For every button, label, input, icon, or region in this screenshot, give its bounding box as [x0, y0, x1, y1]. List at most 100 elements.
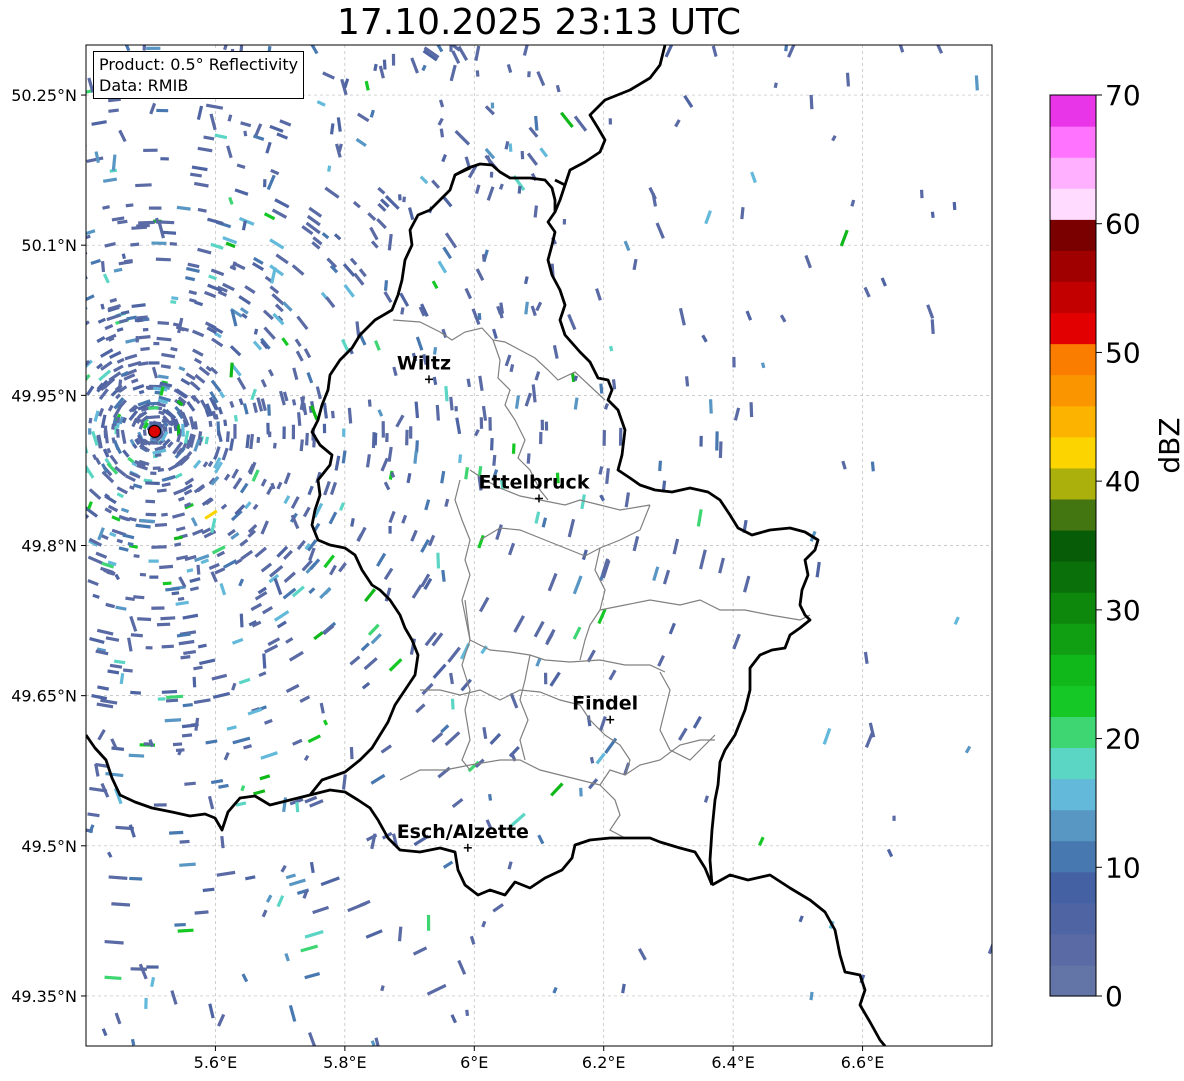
colorbar-segment: [1050, 374, 1096, 407]
radar-echo-cell: [48, 564, 62, 575]
radar-echo-cell: [0, 214, 3, 226]
radar-echo-cell: [53, 554, 63, 563]
radar-echo-cell: [436, 552, 441, 569]
radar-echo-cell: [168, 427, 173, 434]
radar-echo-cell: [0, 726, 8, 735]
radar-echo-cell: [29, 353, 36, 362]
radar-echo-cell: [543, 672, 548, 685]
radar-echo-cell: [715, 431, 719, 451]
radar-echo-cell: [15, 903, 31, 910]
radar-echo-cell: [58, 292, 72, 302]
radar-echo-cell: [25, 352, 32, 360]
radar-echo-cell: [144, 997, 148, 1009]
colorbar-segment: [1050, 95, 1096, 127]
radar-echo-cell: [22, 425, 25, 432]
radar-echo-cell: [3, 474, 11, 488]
radar-echo-cell: [37, 527, 44, 534]
radar-echo-cell: [35, 374, 42, 383]
radar-echo-cell: [409, 426, 413, 439]
radar-echo-cell: [0, 183, 7, 193]
radar-echo-cell: [732, 356, 736, 368]
radar-echo-cell: [7, 545, 15, 553]
radar-echo-cell: [5, 227, 21, 239]
radar-echo-cell: [43, 333, 51, 342]
colorbar-segment: [1050, 933, 1096, 966]
radar-echo-cell: [68, 473, 75, 482]
radar-echo-cell: [72, 620, 86, 628]
radar-echo-cell: [65, 127, 81, 134]
radar-echo-cell: [156, 622, 171, 627]
colorbar-segment: [1050, 529, 1096, 562]
radar-echo-cell: [217, 10, 231, 15]
lat-tick-label: 50.1°N: [21, 236, 77, 255]
radar-echo-cell: [0, 404, 1, 412]
radar-echo-cell: [0, 21, 6, 29]
radar-echo-cell: [160, 157, 169, 161]
radar-echo-cell: [6, 608, 14, 615]
radar-echo-cell: [25, 376, 31, 385]
radar-echo-cell: [423, 24, 433, 32]
radar-echo-cell: [26, 177, 37, 184]
radar-echo-cell: [749, 402, 754, 418]
radar-echo-cell: [57, 680, 67, 686]
radar-echo-cell: [475, 70, 480, 77]
radar-echo-cell: [13, 345, 24, 360]
city-label: Wiltz: [397, 352, 451, 374]
radar-echo-cell: [349, 746, 354, 760]
radar-echo-cell: [59, 498, 67, 507]
radar-echo-cell: [28, 64, 46, 72]
radar-echo-cell: [43, 334, 54, 346]
colorbar-segment: [1050, 902, 1096, 935]
radar-echo-cell: [66, 805, 81, 811]
radar-echo-cell: [49, 608, 62, 617]
radar-echo-cell: [479, 417, 484, 429]
radar-echo-cell: [25, 890, 43, 897]
radar-echo-cell: [169, 241, 177, 246]
radar-echo-cell: [151, 606, 165, 610]
radar-echo-cell: [373, 432, 378, 446]
radar-echo-cell: [37, 962, 57, 969]
radar-echo-cell: [7, 253, 15, 260]
colorbar-segment: [1050, 157, 1096, 189]
radar-echo-cell: [48, 288, 62, 299]
colorbar-segment: [1050, 809, 1096, 842]
radar-echo-cell: [33, 429, 37, 442]
radar-echo-cell: [27, 144, 43, 153]
radar-echo-cell: [54, 513, 61, 520]
radar-echo-cell: [145, 512, 157, 517]
radar-echo-cell: [919, 189, 924, 199]
radar-echo-cell: [405, 429, 409, 446]
radar-echo-cell: [618, 427, 623, 446]
radar-map: Wiltz Ettelbruck Findel Esch/Alzette 5.6°E 5…: [0, 0, 1184, 1072]
radar-echo-cell: [50, 125, 65, 132]
radar-echo-cell: [49, 470, 55, 477]
radar-echo-cell: [21, 335, 31, 348]
radar-echo-cell: [488, 417, 492, 431]
radar-echo-cell: [142, 45, 146, 51]
lat-tick-label: 49.8°N: [21, 537, 77, 556]
radar-echo-cell: [192, 676, 197, 688]
radar-echo-cell: [557, 0, 573, 8]
radar-echo-cell: [489, 171, 494, 178]
radar-echo-cell: [42, 736, 52, 742]
product-label: Product: 0.5° Reflectivity: [99, 55, 299, 74]
radar-echo-cell: [2, 369, 8, 377]
colorbar-segment: [1050, 405, 1096, 438]
colorbar-segment: [1050, 126, 1096, 158]
radar-echo-cell: [28, 335, 38, 347]
radar-echo-cell: [60, 74, 72, 80]
radar-echo-cell: [892, 815, 896, 821]
radar-echo-cell: [44, 204, 61, 214]
radar-echo-cell: [56, 516, 63, 523]
colorbar-tick-label: 30: [1105, 594, 1141, 627]
colorbar-tick-label: 20: [1105, 723, 1141, 756]
radar-echo-cell: [0, 126, 2, 134]
radar-echo-cell: [430, 15, 444, 26]
radar-echo-cell: [26, 464, 34, 479]
radar-echo-cell: [520, 150, 525, 160]
radar-echo-cell: [162, 581, 172, 586]
radar-echo-cell: [207, 22, 220, 27]
radar-echo-cell: [149, 575, 159, 579]
radar-echo-cell: [527, 71, 531, 78]
radar-echo-cell: [39, 181, 50, 188]
